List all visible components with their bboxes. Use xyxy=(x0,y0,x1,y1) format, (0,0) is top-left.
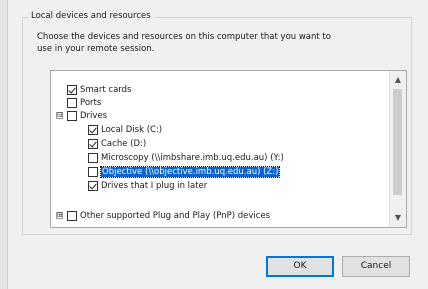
drives-checkbox[interactable] xyxy=(67,110,77,121)
tree-item-drives[interactable]: Drives xyxy=(67,109,107,122)
tree-item-drives-later[interactable]: Drives that I plug in later xyxy=(88,179,207,192)
tree-item-objective[interactable]: Objective (\\objective.imb.uq.edu.au) (Z… xyxy=(88,165,281,178)
group-title: Local devices and resources xyxy=(28,10,154,22)
cache-label: Cache (D:) xyxy=(101,138,147,149)
window-edge xyxy=(0,0,8,289)
pnp-expand-icon[interactable]: ⊞ xyxy=(56,212,63,219)
microscopy-label: Microscopy (\\imbshare.imb.uq.edu.au) (Y… xyxy=(101,152,284,163)
microscopy-checkbox[interactable] xyxy=(88,152,98,163)
drives-later-label: Drives that I plug in later xyxy=(101,180,208,191)
tree-item-ports[interactable]: Ports xyxy=(67,96,101,109)
drives-collapse-icon[interactable]: ⊟ xyxy=(56,112,63,119)
tree-item-cache[interactable]: Cache (D:) xyxy=(88,137,146,150)
local-disk-label: Local Disk (C:) xyxy=(101,124,163,135)
scroll-up-icon[interactable]: ▲ xyxy=(390,73,406,87)
scroll-thumb[interactable] xyxy=(393,89,402,195)
smart-cards-label: Smart cards xyxy=(80,84,132,95)
ports-checkbox[interactable] xyxy=(67,97,77,108)
cache-checkbox[interactable] xyxy=(88,138,98,149)
drives-label: Drives xyxy=(80,110,108,121)
tree-item-smart-cards[interactable]: Smart cards xyxy=(67,83,131,96)
tree-item-pnp-devices[interactable]: Other supported Plug and Play (PnP) devi… xyxy=(67,209,270,222)
cancel-button[interactable]: Cancel xyxy=(342,256,410,277)
tree-item-local-disk[interactable]: Local Disk (C:) xyxy=(88,123,162,136)
ok-button[interactable]: OK xyxy=(266,256,334,277)
group-description: Choose the devices and resources on this… xyxy=(37,31,397,55)
pnp-devices-label: Other supported Plug and Play (PnP) devi… xyxy=(80,210,271,221)
tree-item-microscopy[interactable]: Microscopy (\\imbshare.imb.uq.edu.au) (Y… xyxy=(88,151,284,164)
objective-label: Objective (\\objective.imb.uq.edu.au) (Z… xyxy=(99,165,281,178)
smart-cards-checkbox[interactable] xyxy=(67,84,77,95)
pnp-devices-checkbox[interactable] xyxy=(67,210,77,221)
objective-checkbox[interactable] xyxy=(88,166,98,177)
devices-tree[interactable]: Smart cards Ports ⊟ Drives Local Disk (C… xyxy=(50,70,407,228)
description-line-2: use in your remote session. xyxy=(37,44,155,54)
local-disk-checkbox[interactable] xyxy=(88,124,98,135)
tree-scrollbar[interactable]: ▲ ▼ xyxy=(389,71,406,227)
drives-later-checkbox[interactable] xyxy=(88,180,98,191)
scroll-down-icon[interactable]: ▼ xyxy=(390,211,406,225)
description-line-1: Choose the devices and resources on this… xyxy=(37,32,331,42)
ports-label: Ports xyxy=(80,97,102,108)
